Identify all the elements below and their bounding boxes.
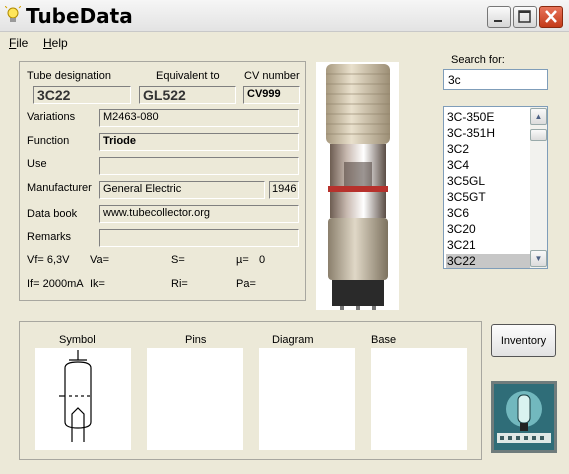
- triode-symbol-icon: [59, 350, 92, 442]
- window-title: TubeData: [26, 4, 133, 28]
- function-label: Function: [27, 135, 70, 147]
- list-item[interactable]: 3C21: [446, 238, 530, 252]
- databook-label: Data book: [27, 208, 78, 220]
- list-item[interactable]: 3C20: [446, 222, 530, 236]
- base-panel: [371, 348, 467, 450]
- tubecollector-logo: [491, 381, 557, 453]
- manufacturer-label: Manufacturer: [27, 182, 92, 194]
- scroll-thumb[interactable]: [530, 129, 547, 141]
- list-item[interactable]: 3C2: [446, 142, 530, 156]
- chevron-down-icon: ▼: [534, 254, 543, 263]
- param-mu: µ=: [236, 254, 249, 266]
- list-item[interactable]: 3C4: [446, 158, 530, 172]
- list-item[interactable]: 3C5GT: [446, 190, 530, 204]
- maximize-icon: [518, 10, 531, 23]
- pins-label: Pins: [185, 334, 207, 346]
- list-item[interactable]: 3C5GL: [446, 174, 530, 188]
- list-item[interactable]: 3C-350E: [446, 110, 530, 124]
- title-bar: TubeData: [0, 0, 569, 32]
- menu-file[interactable]: File: [9, 36, 28, 50]
- param-s: S=: [171, 254, 185, 266]
- list-item[interactable]: 3C-351H: [446, 126, 530, 140]
- param-pa: Pa=: [236, 278, 256, 290]
- inventory-button[interactable]: Inventory: [491, 324, 556, 357]
- symbol-panel: [35, 348, 131, 450]
- param-ik: Ik=: [90, 278, 105, 290]
- scroll-up-button[interactable]: ▲: [530, 108, 547, 125]
- function-field[interactable]: Triode: [99, 133, 299, 151]
- menu-help[interactable]: Help: [43, 36, 68, 50]
- pins-panel: [147, 348, 243, 450]
- menu-bar: File Help: [0, 33, 569, 53]
- designation-field[interactable]: 3C22: [33, 86, 131, 104]
- diagram-panel: [259, 348, 355, 450]
- tube-list[interactable]: 3C-350E 3C-351H 3C2 3C4 3C5GL 3C5GT 3C6 …: [443, 106, 548, 269]
- year-field[interactable]: 1946: [269, 181, 299, 199]
- list-item-selected[interactable]: 3C22: [446, 254, 530, 268]
- symbol-label: Symbol: [59, 334, 96, 346]
- remarks-field[interactable]: [99, 229, 299, 247]
- designation-label: Tube designation: [27, 70, 111, 82]
- diagram-label: Diagram: [272, 334, 314, 346]
- scroll-down-button[interactable]: ▼: [530, 250, 547, 267]
- variations-label: Variations: [27, 111, 76, 123]
- maximize-button[interactable]: [513, 6, 537, 28]
- minimize-icon: [494, 20, 502, 22]
- param-vf: Vf= 6,3V: [27, 254, 70, 266]
- close-icon: [545, 10, 557, 23]
- base-label: Base: [371, 334, 397, 346]
- search-input[interactable]: [443, 69, 548, 90]
- param-if: If= 2000mA: [27, 278, 84, 290]
- databook-field[interactable]: www.tubecollector.org: [99, 205, 299, 223]
- chevron-up-icon: ▲: [534, 112, 543, 121]
- search-label: Search for:: [451, 54, 505, 66]
- lightbulb-icon: [5, 6, 21, 22]
- equivalent-label: Equivalent to: [156, 70, 220, 82]
- cv-number-label: CV number: [244, 70, 300, 82]
- tube-photo: [316, 62, 399, 310]
- use-label: Use: [27, 158, 47, 170]
- param-va: Va=: [90, 254, 110, 266]
- param-ri: Ri=: [171, 278, 188, 290]
- param-mu-value: 0: [259, 254, 266, 266]
- close-button[interactable]: [539, 6, 563, 28]
- remarks-label: Remarks: [27, 231, 72, 243]
- manufacturer-field[interactable]: General Electric: [99, 181, 265, 199]
- use-field[interactable]: [99, 157, 299, 175]
- minimize-button[interactable]: [487, 6, 511, 28]
- variations-field[interactable]: M2463-080: [99, 109, 299, 127]
- list-item[interactable]: 3C6: [446, 206, 530, 220]
- list-scrollbar[interactable]: ▲ ▼: [530, 107, 547, 268]
- equivalent-field[interactable]: GL522: [139, 86, 236, 104]
- cv-number-field[interactable]: CV999: [243, 86, 300, 104]
